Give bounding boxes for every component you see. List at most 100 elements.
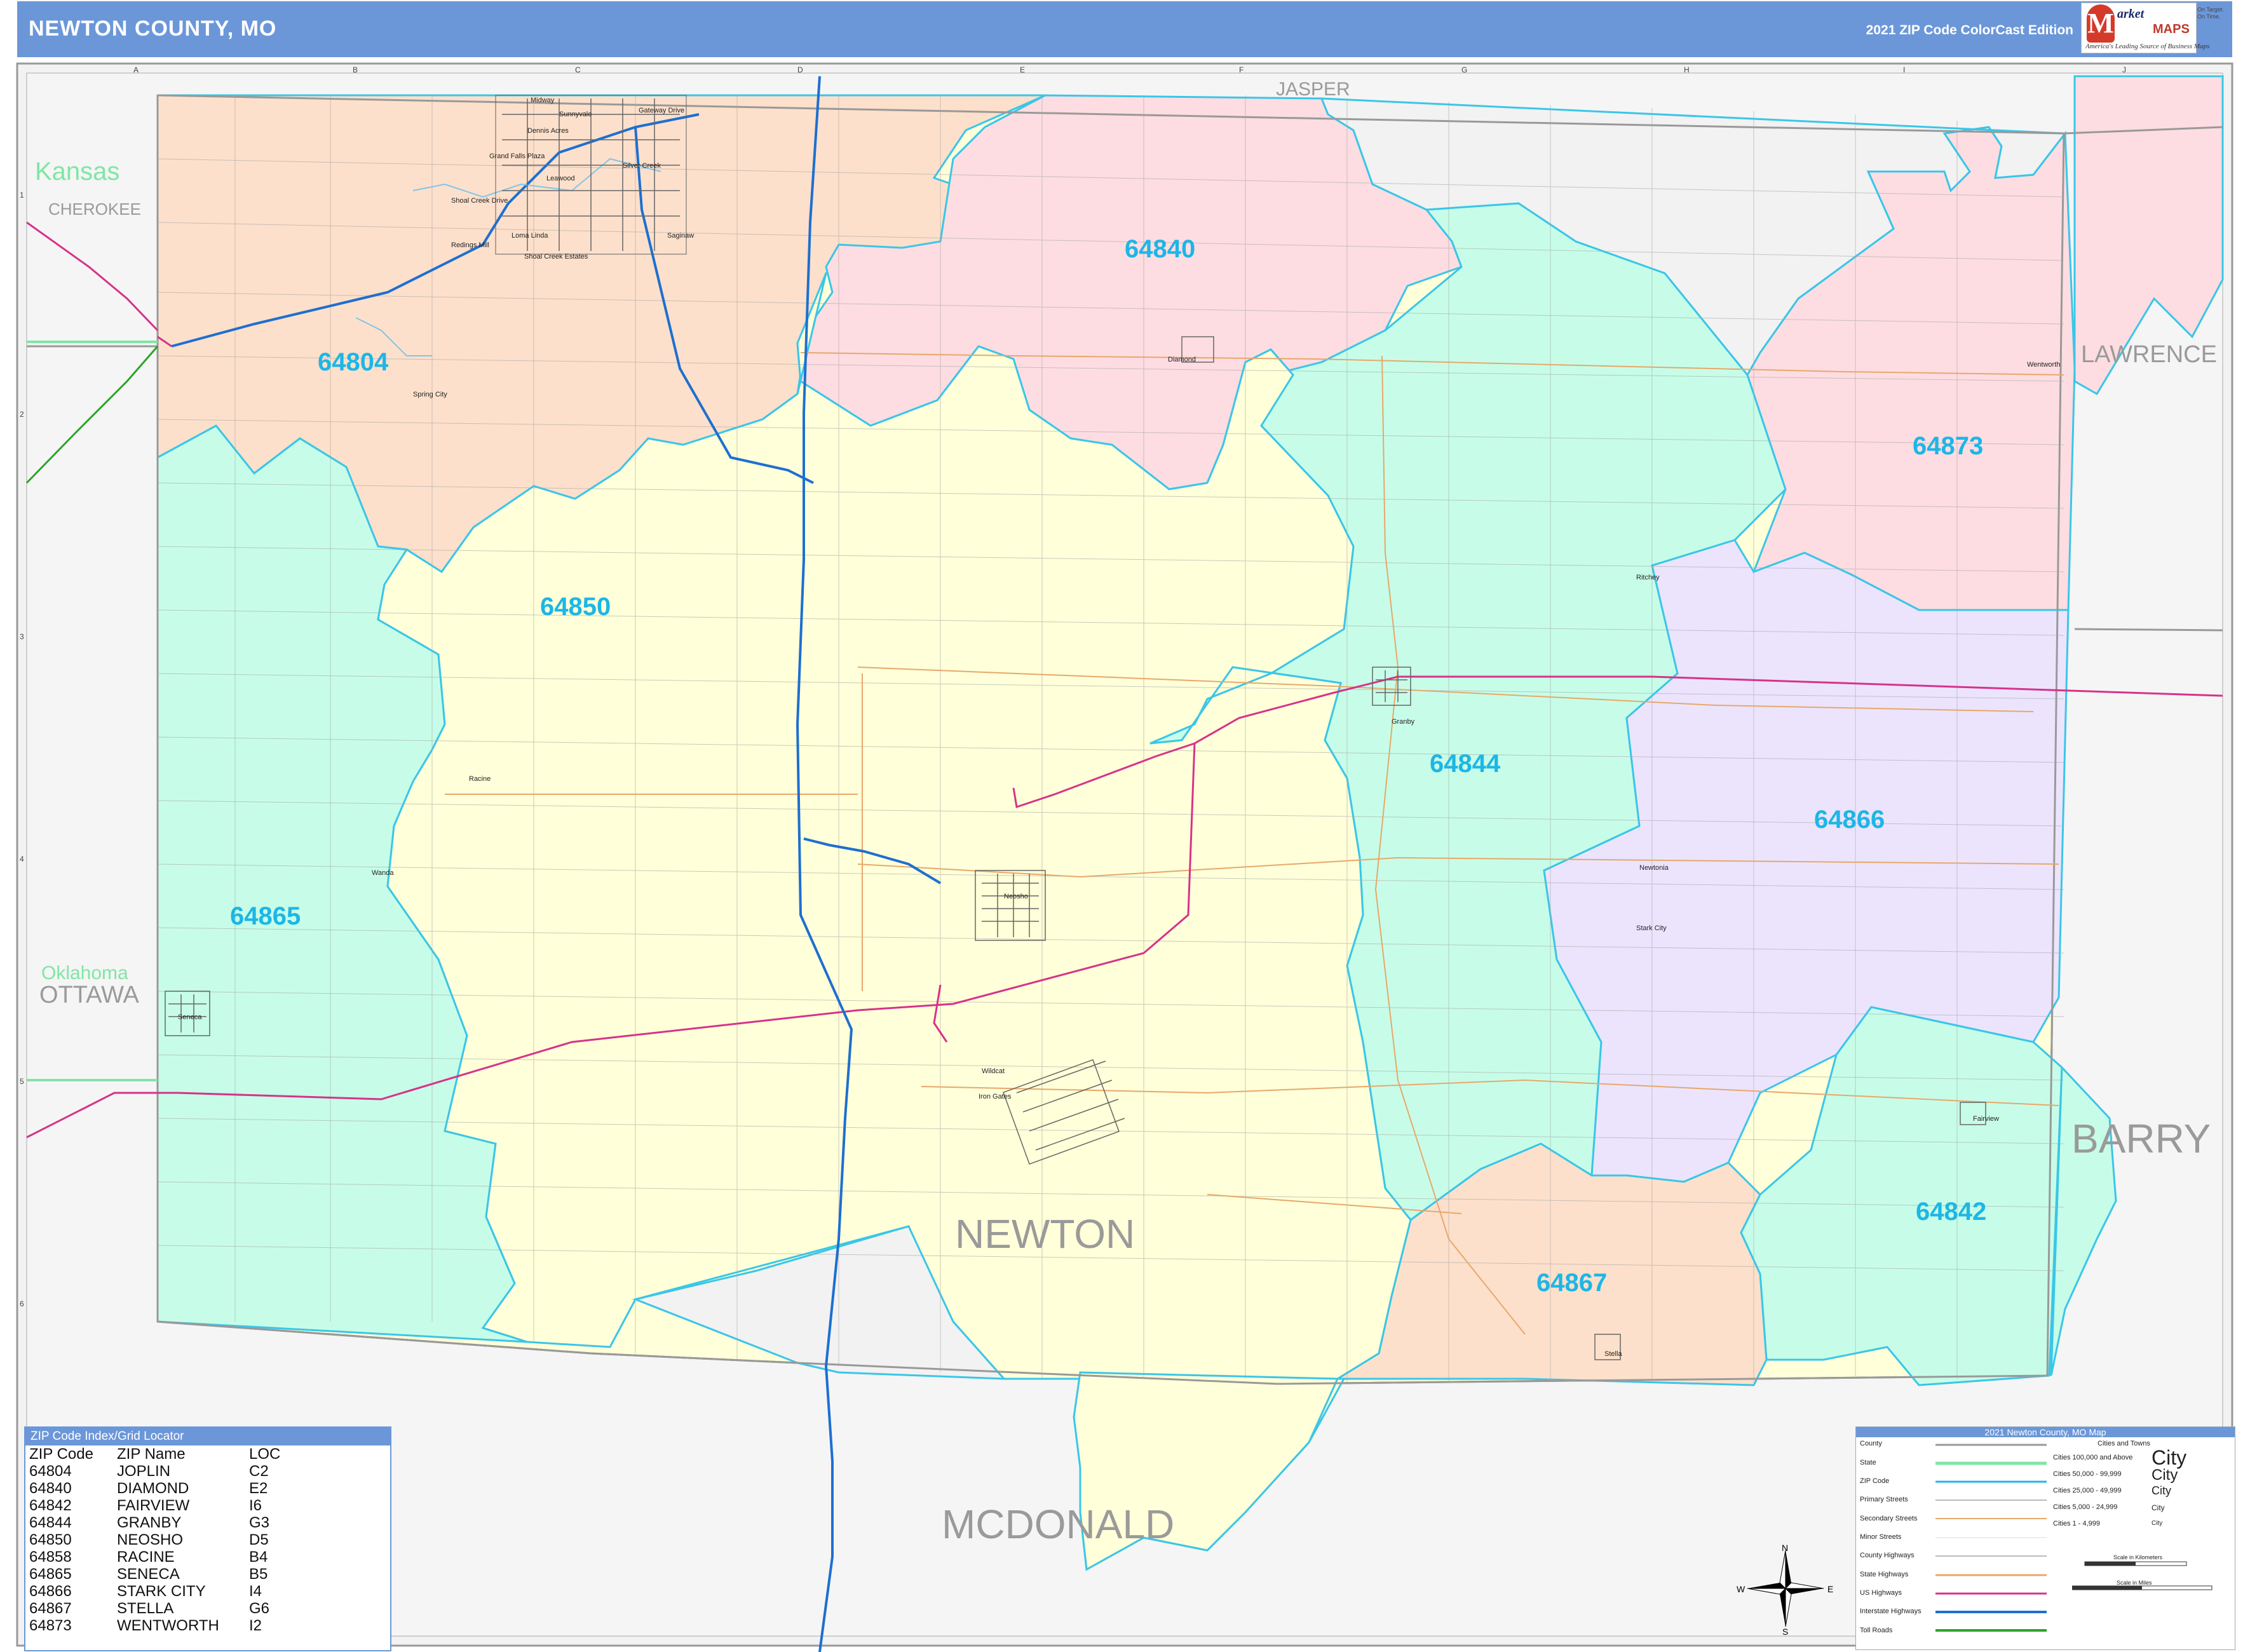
grid-col-e: E bbox=[1020, 65, 1026, 74]
legend-item-toll: Toll Roads bbox=[1860, 1627, 1893, 1634]
grid-col-f: F bbox=[1239, 65, 1244, 74]
legend-item-interstate: Interstate Highways bbox=[1860, 1608, 1921, 1615]
legend-swatches bbox=[1935, 1444, 2047, 1632]
grid-row-2: 2 bbox=[20, 410, 24, 419]
town-label-iron-gates: Iron Gates bbox=[979, 1093, 1012, 1100]
legend-cities-title: Cities and Towns bbox=[2098, 1440, 2150, 1447]
grid-col-j: J bbox=[2122, 65, 2126, 74]
compass-n: N bbox=[1782, 1543, 1789, 1553]
legend-item-county-hwy: County Highways bbox=[1860, 1552, 1915, 1559]
cell-name: NEOSHO bbox=[117, 1531, 184, 1548]
zip-index-table: ZIP Code ZIP Name LOC 64804 JOPLIN C2 6484… bbox=[28, 1446, 284, 1634]
town-label-gateway-drive: Gateway Drive bbox=[639, 107, 685, 114]
grid-row-3: 3 bbox=[20, 632, 24, 641]
cell-zip: 64844 bbox=[29, 1514, 72, 1531]
table-row[interactable]: 64804 JOPLIN C2 bbox=[28, 1463, 284, 1480]
cell-name: STARK CITY bbox=[117, 1583, 206, 1600]
town-label-silver-creek: Silver Creek bbox=[623, 162, 661, 170]
zip-label-64850[interactable]: 64850 bbox=[540, 593, 611, 621]
cell-name: SENECA bbox=[117, 1566, 180, 1583]
zip-label-64866[interactable]: 64866 bbox=[1814, 806, 1885, 834]
town-label-racine: Racine bbox=[469, 775, 491, 783]
zip-index-panel: ZIP Code Index/Grid Locator ZIP Code ZIP… bbox=[24, 1426, 391, 1651]
grid-col-h: H bbox=[1684, 65, 1690, 74]
legend-city-class-2: Cities 50,000 - 99,999 bbox=[2053, 1470, 2122, 1478]
town-label-granby: Granby bbox=[1392, 718, 1415, 726]
zip-label-64865[interactable]: 64865 bbox=[230, 902, 301, 931]
town-label-redings-mill: Redings Mill bbox=[451, 241, 489, 249]
cell-zip: 64865 bbox=[29, 1566, 72, 1583]
col-header-loc: LOC bbox=[249, 1446, 281, 1463]
zip-label-64867[interactable]: 64867 bbox=[1536, 1269, 1607, 1297]
legend-city-class-3: Cities 25,000 - 49,999 bbox=[2053, 1487, 2122, 1494]
town-label-fairview: Fairview bbox=[1973, 1115, 1999, 1123]
cell-name: GRANBY bbox=[117, 1514, 182, 1531]
grid-col-a: A bbox=[133, 65, 139, 74]
legend-scale-km: Scale in Kilometers bbox=[2113, 1554, 2163, 1561]
legend-city-class-4: Cities 5,000 - 24,999 bbox=[2053, 1503, 2118, 1511]
town-label-wildcat: Wildcat bbox=[982, 1067, 1005, 1075]
town-label-midway: Midway bbox=[531, 97, 555, 104]
cell-loc: D5 bbox=[249, 1531, 269, 1548]
table-row[interactable]: 64840 DIAMOND E2 bbox=[28, 1480, 284, 1497]
cell-zip: 64873 bbox=[29, 1617, 72, 1634]
town-label-wanda: Wanda bbox=[372, 869, 394, 877]
zip-label-64844[interactable]: 64844 bbox=[1430, 750, 1500, 778]
town-label-stark-city: Stark City bbox=[1636, 924, 1667, 932]
legend-city-class-5: Cities 1 - 4,999 bbox=[2053, 1520, 2100, 1527]
cell-name: FAIRVIEW bbox=[117, 1497, 190, 1514]
cell-zip: 64867 bbox=[29, 1600, 72, 1617]
town-label-neosho: Neosho bbox=[1004, 893, 1028, 900]
county-label-mcdonald: MCDONALD bbox=[942, 1501, 1175, 1547]
legend-item-county: County bbox=[1860, 1440, 1882, 1447]
town-label-newtonia: Newtonia bbox=[1639, 864, 1669, 872]
zip-label-64873[interactable]: 64873 bbox=[1913, 432, 1983, 461]
cell-name: WENTWORTH bbox=[117, 1617, 219, 1634]
town-label-loma-linda: Loma Linda bbox=[512, 232, 548, 240]
cell-name: JOPLIN bbox=[117, 1463, 171, 1480]
table-row[interactable]: 64866 STARK CITY I4 bbox=[28, 1583, 284, 1600]
county-label-cherokee: CHEROKEE bbox=[48, 200, 141, 219]
grid-col-i: I bbox=[1903, 65, 1906, 74]
cell-zip: 64840 bbox=[29, 1480, 72, 1497]
table-row[interactable]: 64850 NEOSHO D5 bbox=[28, 1531, 284, 1548]
table-row[interactable]: 64844 GRANBY G3 bbox=[28, 1514, 284, 1531]
zip-label-64804[interactable]: 64804 bbox=[318, 348, 388, 377]
table-row[interactable]: 64867 STELLA G6 bbox=[28, 1600, 284, 1617]
grid-row-6: 6 bbox=[20, 1299, 24, 1308]
legend-item-us-hwy: US Highways bbox=[1860, 1589, 1902, 1597]
town-label-leawood: Leawood bbox=[546, 175, 575, 182]
town-label-seneca: Seneca bbox=[178, 1013, 202, 1021]
grid-col-g: G bbox=[1461, 65, 1468, 74]
county-label-newton: NEWTON bbox=[955, 1211, 1135, 1257]
grid-col-d: D bbox=[797, 65, 803, 74]
cell-name: DIAMOND bbox=[117, 1480, 189, 1497]
zip-label-64842[interactable]: 64842 bbox=[1916, 1198, 1986, 1226]
legend-city-sample-3: City bbox=[2152, 1484, 2171, 1497]
cell-zip: 64804 bbox=[29, 1463, 72, 1480]
legend-city-sample-5: City bbox=[2152, 1520, 2163, 1527]
county-label-barry: BARRY bbox=[2071, 1116, 2211, 1161]
grid-row-5: 5 bbox=[20, 1077, 24, 1086]
zip-index-header-row: ZIP Code ZIP Name LOC bbox=[28, 1446, 284, 1463]
town-label-spring-city: Spring City bbox=[413, 391, 447, 398]
compass-w: W bbox=[1737, 1584, 1745, 1594]
legend-item-state: State bbox=[1860, 1459, 1876, 1466]
table-row[interactable]: 64873 WENTWORTH I2 bbox=[28, 1617, 284, 1634]
legend-item-zip: ZIP Code bbox=[1860, 1477, 1890, 1485]
table-row[interactable]: 64842 FAIRVIEW I6 bbox=[28, 1497, 284, 1514]
col-header-name: ZIP Name bbox=[117, 1446, 186, 1463]
cell-loc: I6 bbox=[249, 1497, 262, 1514]
town-label-sunnyvale: Sunnyvale bbox=[559, 111, 592, 118]
legend-item-primary: Primary Streets bbox=[1860, 1496, 1908, 1503]
cell-loc: G6 bbox=[249, 1600, 270, 1617]
table-row[interactable]: 64858 RACINE B4 bbox=[28, 1548, 284, 1566]
legend-city-sample-2: City bbox=[2152, 1466, 2178, 1484]
county-label-ottawa: OTTAWA bbox=[39, 982, 139, 1008]
zip-label-64840[interactable]: 64840 bbox=[1125, 235, 1195, 264]
state-label-oklahoma: Oklahoma bbox=[41, 963, 128, 984]
cell-name: RACINE bbox=[117, 1548, 175, 1566]
cell-loc: B5 bbox=[249, 1566, 268, 1583]
town-label-grand-falls-plaza: Grand Falls Plaza bbox=[489, 152, 545, 160]
table-row[interactable]: 64865 SENECA B5 bbox=[28, 1566, 284, 1583]
